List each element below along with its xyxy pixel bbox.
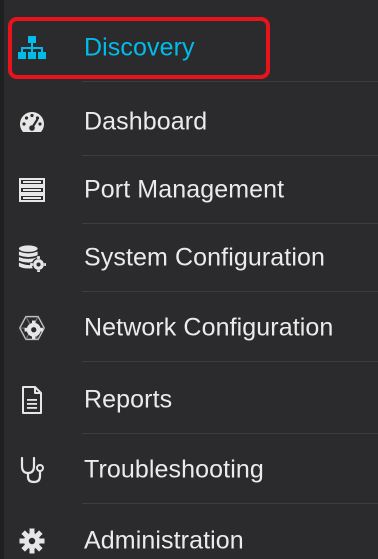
sidebar-item-system-configuration[interactable]: System Configuration (0, 224, 378, 292)
document-icon (18, 386, 46, 414)
divider (82, 291, 378, 292)
sidebar-item-discovery[interactable]: Discovery (0, 14, 378, 82)
sidebar-item-port-management[interactable]: Port Management (0, 156, 378, 224)
sidebar-item-label: Administration (84, 526, 244, 555)
sidebar-item-dashboard[interactable]: Dashboard (0, 88, 378, 156)
sidebar-item-label: Network Configuration (84, 313, 334, 342)
divider (82, 433, 378, 434)
sidebar-item-label: Port Management (84, 175, 285, 204)
divider (82, 81, 378, 82)
sidebar-item-reports[interactable]: Reports (0, 366, 378, 434)
divider (82, 503, 378, 504)
network-gear-icon (18, 314, 46, 342)
sidebar-item-label: Dashboard (84, 107, 208, 136)
divider (82, 361, 378, 362)
gauge-icon (18, 108, 46, 136)
sidebar-item-label: Reports (84, 385, 173, 414)
server-stack-icon (18, 176, 46, 204)
gear-icon (18, 527, 46, 555)
sidebar-item-troubleshooting[interactable]: Troubleshooting (0, 436, 378, 504)
sidebar-item-label: System Configuration (84, 243, 326, 272)
sidebar-item-label: Discovery (84, 33, 195, 62)
database-gear-icon (18, 244, 46, 272)
sidebar-item-network-configuration[interactable]: Network Configuration (0, 294, 378, 362)
stethoscope-icon (18, 456, 46, 484)
sidebar-nav: Discovery Dashboard Port Management Syst… (0, 0, 378, 559)
sidebar-item-administration[interactable]: Administration (0, 507, 378, 559)
sidebar-item-label: Troubleshooting (84, 455, 264, 484)
hierarchy-icon (18, 34, 46, 62)
